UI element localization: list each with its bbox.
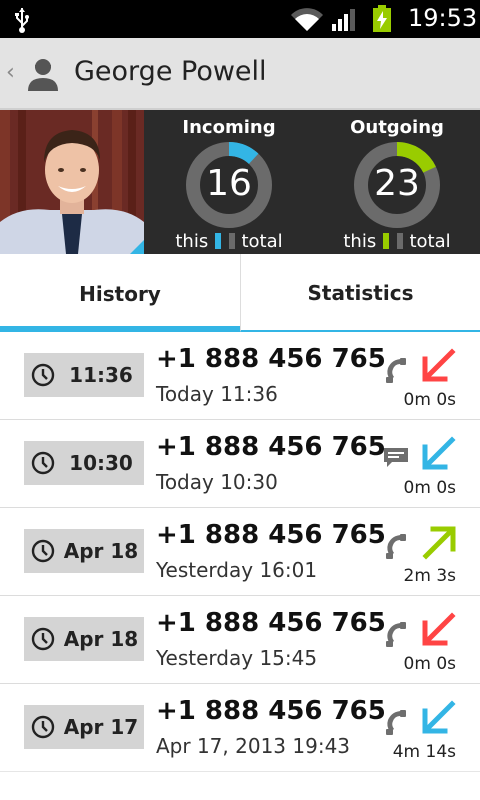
phone-call-icon <box>386 358 406 383</box>
incoming-count: 16 <box>206 163 252 204</box>
call-datetime: Yesterday 16:01 <box>156 558 318 582</box>
contact-name-title: George Powell <box>74 56 267 87</box>
call-datetime: Today 11:36 <box>156 382 278 406</box>
incoming-arrow-icon <box>422 436 456 470</box>
call-time-pill: Apr 18 <box>24 617 144 661</box>
tab-statistics[interactable]: Statistics <box>240 254 480 332</box>
incoming-stat: Incoming 16 this total <box>144 110 314 254</box>
incoming-legend: this total <box>144 231 314 252</box>
call-time-label: Apr 18 <box>63 627 139 651</box>
tab-history[interactable]: History <box>0 254 240 332</box>
clock-icon <box>31 539 55 563</box>
call-duration: 0m 0s <box>403 390 456 410</box>
outgoing-legend: this total <box>312 231 480 252</box>
clock-icon <box>31 451 55 475</box>
phone-number: +1 888 456 765 <box>156 432 386 462</box>
call-duration: 0m 0s <box>403 478 456 498</box>
call-duration: 0m 0s <box>403 654 456 674</box>
legend-this-swatch <box>382 233 389 249</box>
call-time-pill: Apr 17 <box>24 705 144 749</box>
phone-number: +1 888 456 765 <box>156 344 386 374</box>
incoming-label: Incoming <box>182 117 276 138</box>
legend-total-swatch <box>396 233 403 249</box>
signal-icon <box>332 9 355 31</box>
outgoing-label: Outgoing <box>350 117 444 138</box>
call-duration: 2m 3s <box>403 566 456 586</box>
call-duration: 4m 14s <box>392 742 456 762</box>
outgoing-count: 23 <box>374 163 420 204</box>
status-bar: 19:53 <box>0 0 480 38</box>
call-time-pill: 10:30 <box>24 441 144 485</box>
phone-number: +1 888 456 765 <box>156 696 386 726</box>
contact-photo[interactable] <box>0 110 144 254</box>
battery-charging-icon <box>373 5 391 32</box>
call-datetime: Apr 17, 2013 19:43 <box>156 734 351 758</box>
missed-incoming-arrow-icon <box>422 348 456 382</box>
wifi-icon <box>291 8 323 31</box>
clock-icon <box>31 363 55 387</box>
call-datetime: Today 10:30 <box>156 470 278 494</box>
call-row[interactable]: Apr 18 +1 888 456 765 Yesterday 16:01 2m… <box>0 508 480 596</box>
phone-call-icon <box>386 710 406 735</box>
legend-this-swatch <box>214 233 221 249</box>
action-bar: ‹ George Powell <box>0 38 480 110</box>
clock-icon <box>31 627 55 651</box>
legend-this-label: this <box>175 231 209 252</box>
phone-call-icon <box>386 534 406 559</box>
call-history-list[interactable]: 11:36 +1 888 456 765 Today 11:36 0m 0s 1… <box>0 332 480 800</box>
call-time-label: 11:36 <box>69 363 133 387</box>
phone-number: +1 888 456 765 <box>156 608 386 638</box>
usb-icon <box>15 8 29 33</box>
phone-call-icon <box>386 622 406 647</box>
message-icon <box>384 448 408 467</box>
tab-bar: History Statistics <box>0 254 480 332</box>
call-row[interactable]: Apr 17 +1 888 456 765 Apr 17, 2013 19:43… <box>0 684 480 772</box>
contact-avatar-icon[interactable] <box>26 56 60 92</box>
call-time-label: 10:30 <box>69 451 133 475</box>
call-time-label: Apr 17 <box>63 715 139 739</box>
legend-total-label: total <box>241 231 283 252</box>
list-fade-edge <box>0 768 480 800</box>
clock-icon <box>31 715 55 739</box>
call-row[interactable]: 11:36 +1 888 456 765 Today 11:36 0m 0s <box>0 332 480 420</box>
call-time-pill: Apr 18 <box>24 529 144 573</box>
legend-this-label: this <box>343 231 377 252</box>
call-time-label: Apr 18 <box>63 539 139 563</box>
legend-total-label: total <box>409 231 451 252</box>
legend-total-swatch <box>228 233 235 249</box>
clock-time: 19:53 <box>408 4 478 32</box>
outgoing-arrow-icon <box>422 526 456 560</box>
phone-number: +1 888 456 765 <box>156 520 386 550</box>
call-datetime: Yesterday 15:45 <box>156 646 318 670</box>
up-caret-icon[interactable]: ‹ <box>6 60 15 85</box>
call-row[interactable]: 10:30 +1 888 456 765 Today 10:30 0m 0s <box>0 420 480 508</box>
outgoing-stat: Outgoing 23 this total <box>312 110 480 254</box>
call-time-pill: 11:36 <box>24 353 144 397</box>
missed-incoming-arrow-icon <box>422 612 456 646</box>
call-row[interactable]: Apr 18 +1 888 456 765 Yesterday 15:45 0m… <box>0 596 480 684</box>
incoming-arrow-icon <box>422 700 456 734</box>
